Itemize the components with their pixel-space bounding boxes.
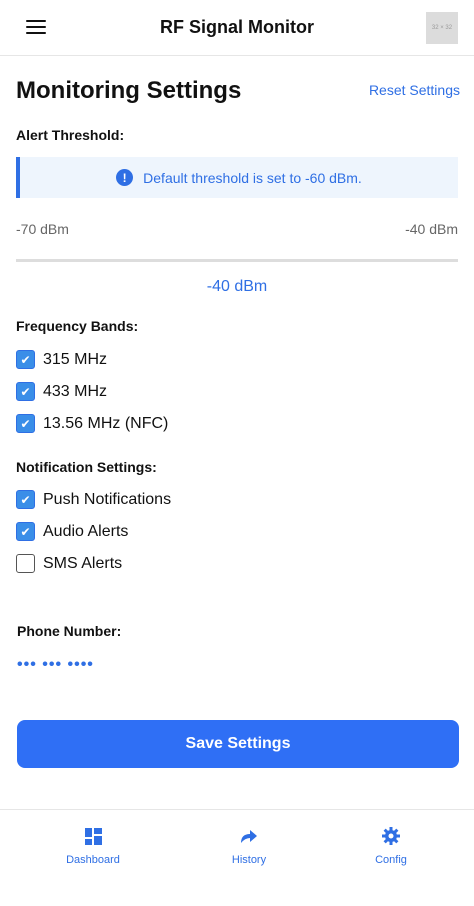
phone-number-field[interactable]: ••• ••• •••• [17, 656, 94, 674]
band-nfc-checkbox-row[interactable]: ✔ 13.56 MHz (NFC) [16, 414, 168, 433]
save-settings-button[interactable]: Save Settings [17, 720, 459, 768]
checkbox-checked-icon[interactable]: ✔ [16, 350, 35, 369]
alert-threshold-label: Alert Threshold: [16, 127, 125, 143]
gear-icon [331, 826, 451, 846]
threshold-info-banner: ! Default threshold is set to -60 dBm. [16, 157, 458, 198]
nav-label: Config [375, 854, 407, 866]
app-title: RF Signal Monitor [160, 17, 314, 37]
app-header: RF Signal Monitor 32 × 32 [0, 0, 474, 56]
nav-config[interactable]: Config [331, 826, 451, 866]
checkbox-checked-icon[interactable]: ✔ [16, 414, 35, 433]
notification-settings-label: Notification Settings: [16, 459, 157, 475]
nav-history[interactable]: History [189, 826, 309, 866]
phone-number-label: Phone Number: [17, 623, 122, 639]
checkbox-unchecked-icon[interactable] [16, 554, 35, 573]
checkbox-label: 315 MHz [43, 350, 108, 368]
band-433-checkbox-row[interactable]: ✔ 433 MHz [16, 382, 107, 401]
frequency-bands-label: Frequency Bands: [16, 318, 139, 334]
band-315-checkbox-row[interactable]: ✔ 315 MHz [16, 350, 107, 369]
checkbox-checked-icon[interactable]: ✔ [16, 522, 35, 541]
threshold-info-text: Default threshold is set to -60 dBm. [143, 169, 362, 186]
sms-alerts-checkbox-row[interactable]: SMS Alerts [16, 554, 122, 573]
audio-alerts-checkbox-row[interactable]: ✔ Audio Alerts [16, 522, 128, 541]
bottom-nav: Dashboard History Config [0, 809, 474, 906]
page-title: Monitoring Settings [16, 77, 242, 104]
checkbox-checked-icon[interactable]: ✔ [16, 382, 35, 401]
nav-label: Dashboard [66, 854, 120, 866]
history-icon [189, 826, 309, 846]
push-notifications-checkbox-row[interactable]: ✔ Push Notifications [16, 490, 171, 509]
nav-dashboard[interactable]: Dashboard [33, 826, 153, 866]
threshold-value: -40 dBm [206, 278, 268, 295]
checkbox-label: 13.56 MHz (NFC) [43, 414, 169, 432]
slider-min-label: -70 dBm [16, 221, 69, 237]
checkbox-label: 433 MHz [43, 382, 108, 400]
dashboard-icon [33, 826, 153, 846]
app-screen: RF Signal Monitor 32 × 32 Monitoring Set… [0, 0, 474, 906]
avatar[interactable]: 32 × 32 [426, 12, 458, 44]
checkbox-label: Audio Alerts [43, 522, 129, 540]
checkbox-label: SMS Alerts [43, 554, 123, 572]
reset-settings-link[interactable]: Reset Settings [369, 82, 460, 98]
slider-fill [16, 259, 458, 262]
threshold-slider[interactable] [16, 259, 458, 262]
nav-label: History [231, 854, 267, 866]
slider-max-label: -40 dBm [405, 221, 458, 237]
checkbox-label: Push Notifications [43, 490, 172, 508]
checkbox-checked-icon[interactable]: ✔ [16, 490, 35, 509]
info-icon: ! [116, 169, 134, 186]
